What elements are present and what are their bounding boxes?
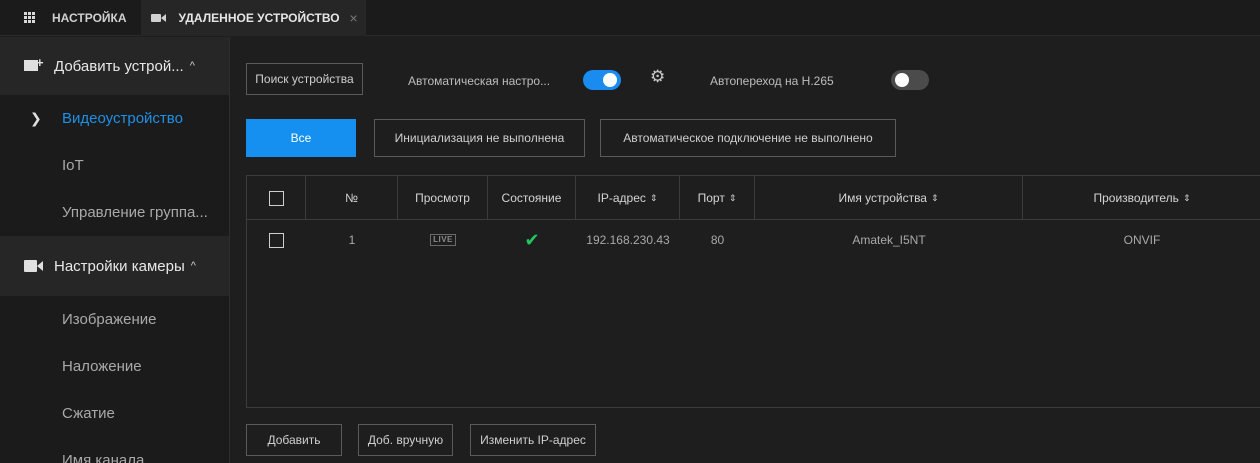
row-checkbox[interactable] [269, 232, 284, 248]
change-ip-button[interactable]: Изменить IP-адрес [470, 424, 596, 456]
column-header-label: Имя устройства [838, 191, 927, 205]
sidebar-item-label: Имя канала [62, 452, 145, 463]
auto-h265-label: Автопереход на H.265 [710, 74, 834, 88]
column-header-label: Порт [697, 191, 725, 205]
table-header: № Просмотр Состояние IP-адрес ⇕ Порт ⇕ Имя… [247, 176, 1260, 220]
sidebar-item-label: Управление группа... [62, 204, 208, 221]
column-header-num: № [306, 176, 398, 220]
sidebar-group-label: Настройки камеры [54, 257, 185, 275]
sidebar-group-camera-settings[interactable]: Настройки камеры ^ [0, 236, 229, 296]
column-header-view: Просмотр [398, 176, 488, 220]
cell-vendor: ONVIF [1123, 233, 1161, 247]
cell-device-name: Amatek_I5NT [852, 233, 926, 247]
column-header-device-name[interactable]: Имя устройства ⇕ [755, 176, 1023, 220]
filter-all-button[interactable]: Все [246, 119, 356, 157]
sidebar-item-image[interactable]: Изображение [0, 296, 229, 343]
tab-remote-device-label: УДАЛЕННОЕ УСТРОЙСТВО [178, 10, 340, 25]
auto-config-toggle[interactable] [583, 70, 621, 90]
top-tab-bar: НАСТРОЙКА УДАЛЕННОЕ УСТРОЙСТВО × [0, 0, 1260, 36]
cell-ip: 192.168.230.43 [586, 233, 670, 247]
tab-settings[interactable]: НАСТРОЙКА [52, 11, 127, 25]
search-device-button[interactable]: Поиск устройства [246, 63, 363, 95]
cell-view: LIVE [398, 220, 488, 260]
sidebar-item-label: Изображение [62, 311, 157, 328]
column-header-label: Производитель [1093, 191, 1179, 205]
sidebar-item-label: Наложение [62, 358, 142, 375]
column-header-state: Состояние [488, 176, 576, 220]
chevron-up-icon: ^ [190, 260, 196, 272]
sort-icon: ⇕ [649, 192, 658, 203]
column-header-port[interactable]: Порт ⇕ [680, 176, 755, 220]
cell-num: 1 [348, 233, 356, 247]
close-icon[interactable]: × [350, 10, 358, 26]
column-header-ip[interactable]: IP-адрес ⇕ [576, 176, 680, 220]
sidebar-item-channel-name[interactable]: Имя канала [0, 437, 229, 463]
cell-port: 80 [710, 233, 725, 247]
camera-icon [24, 260, 44, 272]
sort-icon: ⇕ [1182, 192, 1191, 203]
cell-state: ✔ [488, 220, 576, 260]
add-manual-button[interactable]: Доб. вручную [358, 424, 453, 456]
sidebar-item-label: Видеоустройство [62, 110, 183, 127]
tab-remote-device[interactable]: УДАЛЕННОЕ УСТРОЙСТВО × [140, 0, 366, 36]
sidebar-item-group-management[interactable]: Управление группа... [0, 189, 229, 236]
auto-h265-toggle[interactable] [891, 70, 929, 90]
add-button[interactable]: Добавить [246, 424, 342, 456]
check-icon: ✔ [524, 229, 540, 250]
sort-icon: ⇕ [930, 192, 939, 203]
sidebar-group-add-device[interactable]: + Добавить устрой... ^ [0, 37, 229, 95]
sidebar-item-overlay[interactable]: Наложение [0, 343, 229, 390]
apps-grid-icon[interactable] [24, 11, 36, 24]
sidebar-item-label: IoT [62, 157, 84, 174]
select-all-checkbox[interactable] [268, 190, 284, 206]
sidebar-item-compression[interactable]: Сжатие [0, 390, 229, 437]
device-table: № Просмотр Состояние IP-адрес ⇕ Порт ⇕ Имя… [246, 175, 1260, 408]
sort-icon: ⇕ [728, 192, 737, 203]
live-icon[interactable]: LIVE [430, 234, 456, 246]
column-header-label: IP-адрес [597, 191, 646, 205]
camera-icon [150, 13, 167, 22]
add-device-icon: + [24, 56, 44, 73]
gear-icon[interactable]: ⚙ [650, 68, 665, 85]
chevron-up-icon: ^ [189, 60, 195, 72]
auto-config-label: Автоматическая настро... [408, 74, 551, 88]
filter-auto-connect-failed-button[interactable]: Автоматическое подключение не выполнено [600, 119, 896, 157]
sidebar-item-iot[interactable]: IoT [0, 142, 229, 189]
row-select-cell [247, 220, 306, 260]
sidebar-item-label: Сжатие [62, 405, 115, 422]
sidebar-item-video-device[interactable]: ❯ Видеоустройство [0, 95, 229, 142]
sidebar: + Добавить устрой... ^ ❯ Видеоустройство… [0, 37, 230, 463]
column-header-vendor[interactable]: Производитель ⇕ [1023, 176, 1260, 220]
filter-not-initialized-button[interactable]: Инициализация не выполнена [374, 119, 585, 157]
chevron-right-icon: ❯ [30, 110, 42, 126]
sidebar-group-label: Добавить устрой... [54, 57, 184, 75]
select-all-cell [247, 176, 306, 220]
